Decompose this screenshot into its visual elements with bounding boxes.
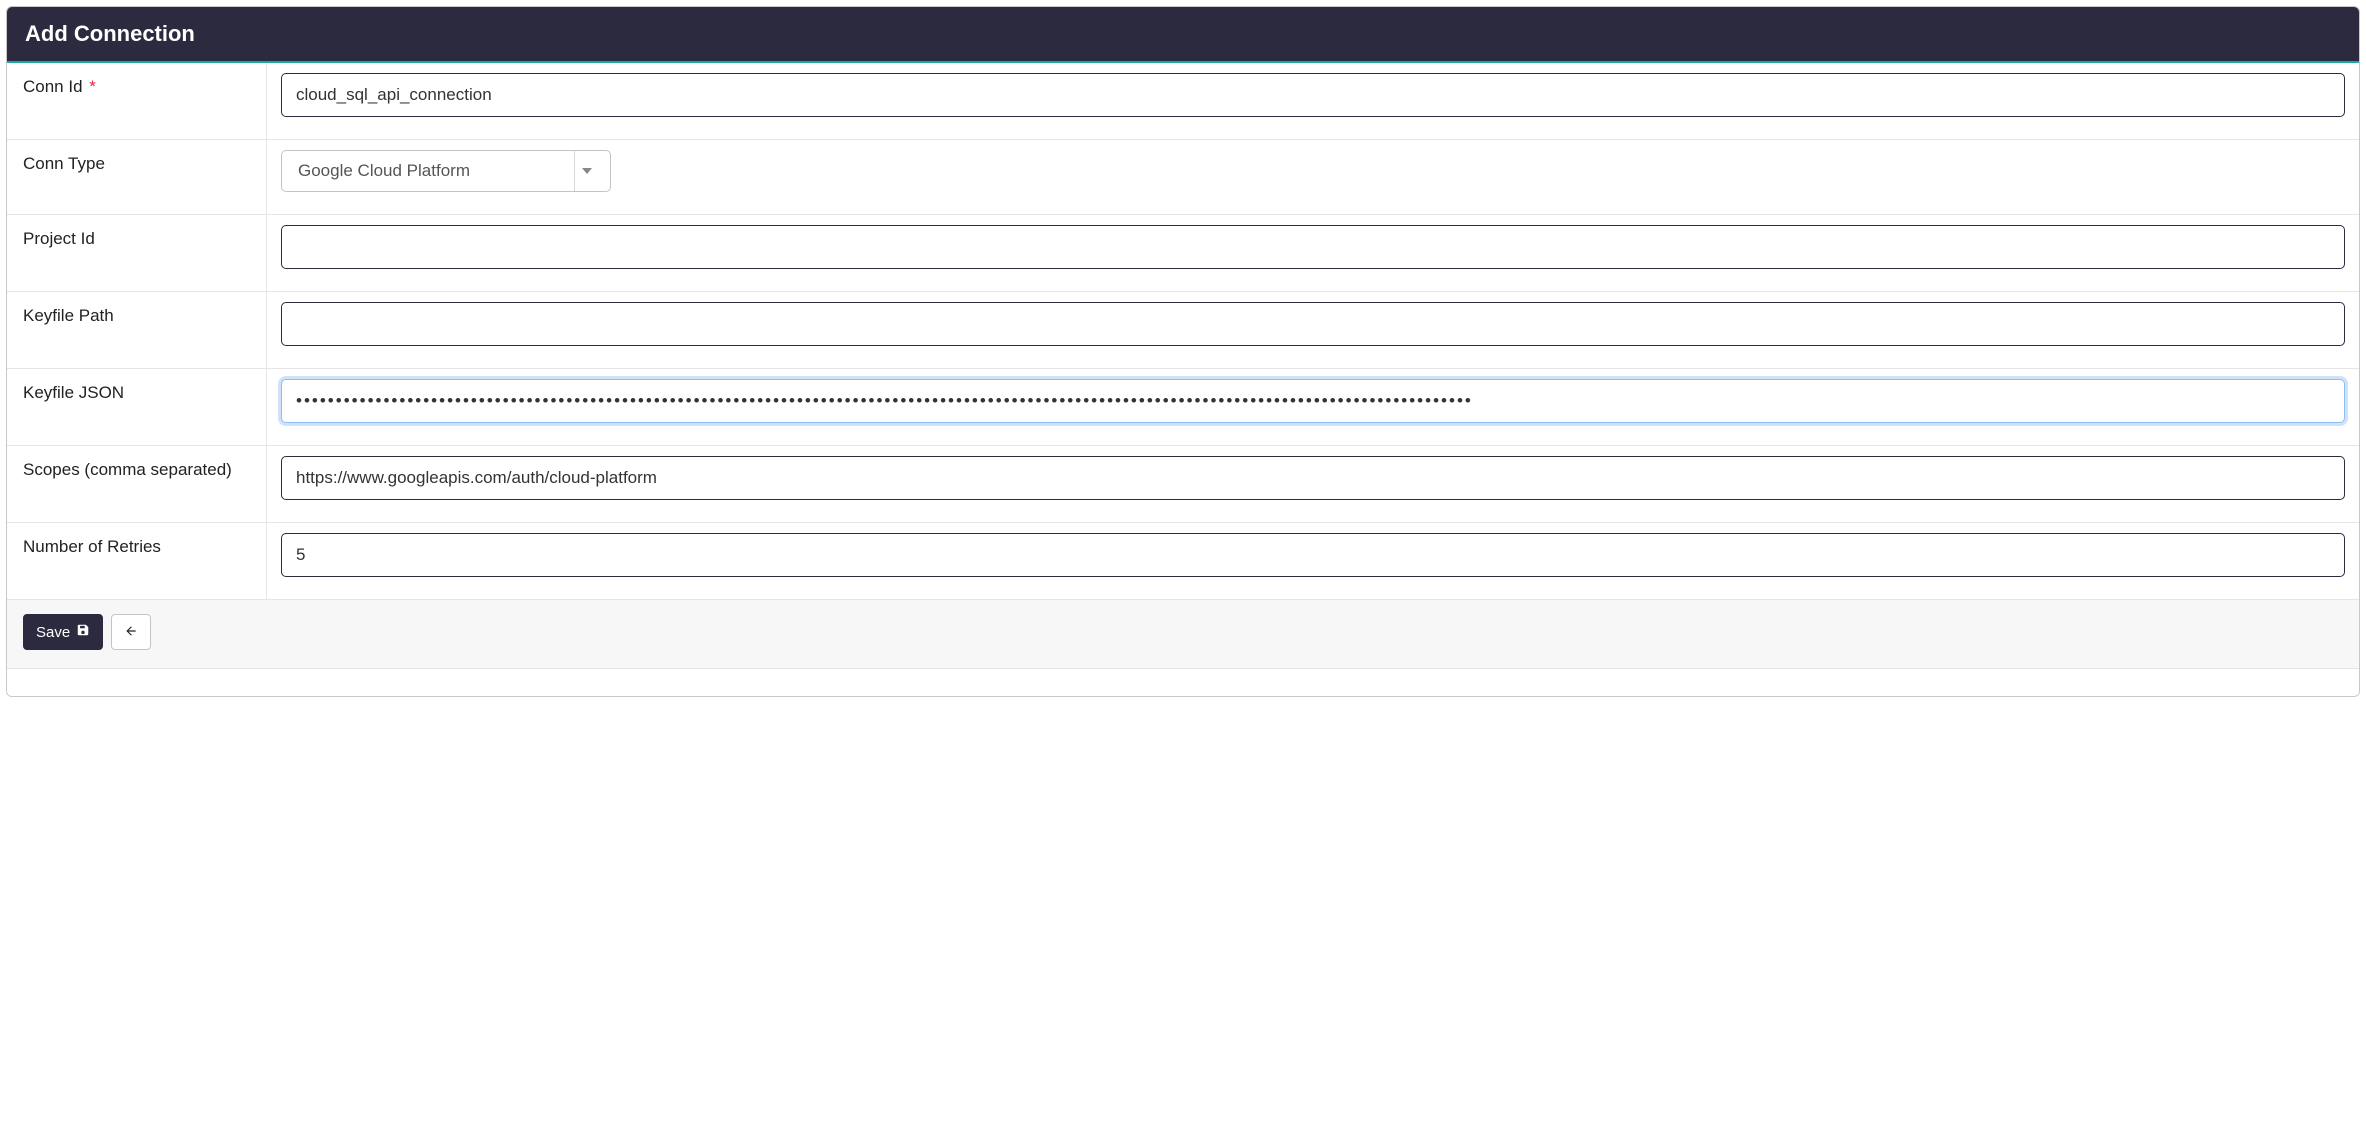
save-button[interactable]: Save bbox=[23, 614, 103, 650]
keyfile-json-input[interactable] bbox=[281, 379, 2345, 423]
row-keyfile-path: Keyfile Path bbox=[7, 292, 2359, 369]
arrow-left-icon bbox=[124, 624, 138, 641]
keyfile-path-input[interactable] bbox=[281, 302, 2345, 346]
row-conn-type: Conn Type Google Cloud Platform bbox=[7, 140, 2359, 215]
row-conn-id: Conn Id * bbox=[7, 63, 2359, 140]
panel-title: Add Connection bbox=[7, 7, 2359, 63]
label-conn-id: Conn Id * bbox=[7, 63, 267, 139]
footer: Save bbox=[7, 599, 2359, 668]
row-project-id: Project Id bbox=[7, 215, 2359, 292]
required-mark: * bbox=[89, 77, 96, 96]
label-keyfile-path: Keyfile Path bbox=[7, 292, 267, 368]
conn-type-select[interactable]: Google Cloud Platform bbox=[281, 150, 611, 192]
row-scopes: Scopes (comma separated) bbox=[7, 446, 2359, 523]
project-id-input[interactable] bbox=[281, 225, 2345, 269]
retries-input[interactable] bbox=[281, 533, 2345, 577]
label-retries: Number of Retries bbox=[7, 523, 267, 599]
save-button-label: Save bbox=[36, 624, 70, 641]
label-keyfile-json: Keyfile JSON bbox=[7, 369, 267, 445]
scopes-input[interactable] bbox=[281, 456, 2345, 500]
save-icon bbox=[76, 623, 90, 641]
conn-type-selected: Google Cloud Platform bbox=[298, 161, 470, 181]
add-connection-panel: Add Connection Conn Id * Conn Type Googl… bbox=[6, 6, 2360, 697]
label-conn-type: Conn Type bbox=[7, 140, 267, 214]
label-scopes: Scopes (comma separated) bbox=[7, 446, 267, 522]
conn-id-input[interactable] bbox=[281, 73, 2345, 117]
back-button[interactable] bbox=[111, 614, 151, 650]
row-keyfile-json: Keyfile JSON bbox=[7, 369, 2359, 446]
label-project-id: Project Id bbox=[7, 215, 267, 291]
bottom-strip bbox=[7, 668, 2359, 696]
chevron-down-icon bbox=[574, 151, 598, 191]
row-retries: Number of Retries bbox=[7, 523, 2359, 599]
form-body: Conn Id * Conn Type Google Cloud Platfor… bbox=[7, 63, 2359, 599]
label-conn-id-text: Conn Id bbox=[23, 77, 83, 96]
